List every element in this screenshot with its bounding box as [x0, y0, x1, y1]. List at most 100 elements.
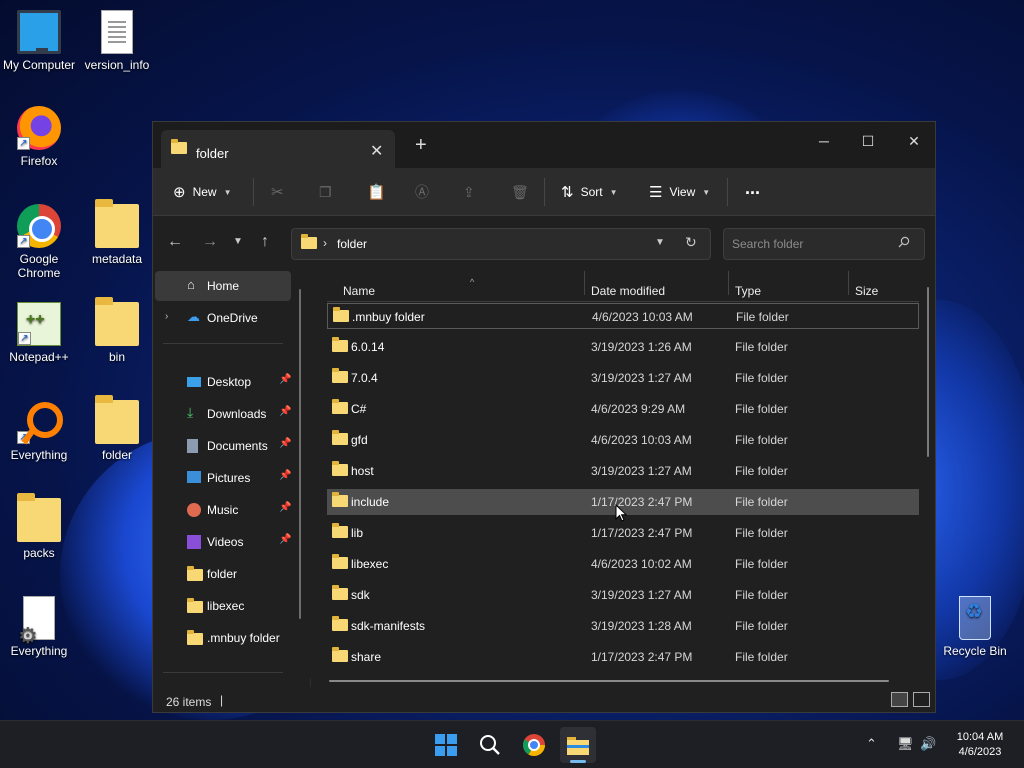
desktop-icon-version-info[interactable]: version_info: [78, 10, 156, 72]
sidebar-item-home[interactable]: ⌂ Home: [155, 271, 291, 301]
table-row[interactable]: 7.0.4 3/19/2023 1:27 AM File folder: [327, 365, 919, 391]
toolbar-divider: [253, 178, 254, 206]
network-icon[interactable]: 🖥: [897, 736, 914, 752]
paste-button[interactable]: 📋: [367, 180, 386, 204]
table-row[interactable]: sdk 3/19/2023 1:27 AM File folder: [327, 582, 919, 608]
table-row[interactable]: 6.0.14 3/19/2023 1:26 AM File folder: [327, 334, 919, 360]
desktop-icon-folder[interactable]: folder: [78, 395, 156, 462]
cut-button[interactable]: ✂: [271, 180, 284, 204]
breadcrumb-chevron-icon[interactable]: ›: [323, 236, 327, 250]
new-button[interactable]: ⊕ New ▼: [173, 180, 232, 204]
up-arrow-icon[interactable]: ↑: [261, 233, 269, 251]
recent-locations-chevron-icon[interactable]: ▼: [233, 236, 243, 247]
details-view-icon[interactable]: [891, 692, 908, 707]
taskbar-file-explorer-button[interactable]: [560, 727, 596, 763]
forward-arrow-icon[interactable]: →: [202, 233, 218, 251]
chrome-icon: [523, 734, 545, 756]
sort-button[interactable]: ⇅ Sort ▼: [561, 180, 618, 204]
file-type: File folder: [735, 464, 788, 478]
desktop-icon-firefox[interactable]: ↗ Firefox: [0, 106, 78, 168]
folder-icon: [95, 199, 139, 248]
file-type: File folder: [735, 557, 788, 571]
close-tab-icon[interactable]: ✕: [370, 141, 383, 161]
expand-chevron-icon[interactable]: ›: [165, 311, 168, 322]
desktop-icon-google-chrome[interactable]: ↗ Google Chrome: [0, 204, 78, 280]
navigation-pane: ⌂ Home › ☁ OneDrive Desktop 📌 ⤓ Download…: [153, 271, 313, 678]
file-list-horizontal-scrollbar[interactable]: [329, 680, 889, 682]
show-hidden-icons-chevron-icon[interactable]: ⌃: [866, 736, 877, 752]
taskbar-chrome-button[interactable]: [516, 727, 552, 763]
sidebar-item-music[interactable]: Music 📌: [155, 495, 291, 525]
maximize-button[interactable]: ☐: [845, 128, 891, 154]
desktop-icon-packs[interactable]: packs: [0, 493, 78, 560]
table-row[interactable]: libexec 4/6/2023 10:02 AM File folder: [327, 551, 919, 577]
view-button[interactable]: ☰ View ▼: [649, 180, 710, 204]
desktop-icon-my-computer[interactable]: My Computer: [0, 10, 78, 72]
refresh-icon[interactable]: ↻: [685, 234, 697, 251]
pin-icon[interactable]: 📌: [279, 406, 291, 417]
file-date: 3/19/2023 1:27 AM: [591, 464, 692, 478]
tab-folder[interactable]: folder ✕: [161, 130, 395, 168]
start-button[interactable]: [428, 727, 464, 763]
search-input[interactable]: [723, 228, 925, 260]
delete-button[interactable]: 🗑: [511, 180, 529, 204]
taskbar-search-button[interactable]: [472, 727, 508, 763]
pin-icon[interactable]: 📌: [279, 534, 291, 545]
volume-icon[interactable]: 🔊: [920, 736, 936, 752]
file-type: File folder: [735, 433, 788, 447]
sidebar-scrollbar[interactable]: [299, 289, 301, 619]
more-options-button[interactable]: ...: [745, 176, 760, 200]
sidebar-item-desktop[interactable]: Desktop 📌: [155, 367, 291, 397]
sidebar-item-downloads[interactable]: ⤓ Downloads 📌: [155, 399, 291, 429]
table-row[interactable]: C# 4/6/2023 9:29 AM File folder: [327, 396, 919, 422]
sidebar-item-onedrive[interactable]: › ☁ OneDrive: [155, 303, 291, 333]
table-row[interactable]: gfd 4/6/2023 10:03 AM File folder: [327, 427, 919, 453]
pin-icon[interactable]: 📌: [279, 470, 291, 481]
table-row[interactable]: sdk-manifests 3/19/2023 1:28 AM File fol…: [327, 613, 919, 639]
shortcut-arrow-icon: ↗: [17, 235, 30, 248]
copy-button[interactable]: ❐: [319, 180, 332, 204]
table-row[interactable]: lib 1/17/2023 2:47 PM File folder: [327, 520, 919, 546]
sidebar-item-pictures[interactable]: Pictures 📌: [155, 463, 291, 493]
sidebar-item-documents[interactable]: Documents 📌: [155, 431, 291, 461]
column-header-label: Name: [343, 284, 376, 298]
recycle-bin-icon: [959, 596, 991, 640]
column-header-label: Date modified: [591, 284, 666, 298]
desktop-icon-notepadpp[interactable]: ↗ Notepad++: [0, 302, 78, 364]
desktop-icon-label: version_info: [84, 58, 150, 72]
folder-icon: [187, 598, 203, 613]
address-dropdown-icon[interactable]: ▼: [655, 237, 665, 248]
table-row[interactable]: host 3/19/2023 1:27 AM File folder: [327, 458, 919, 484]
large-icons-view-icon[interactable]: [913, 692, 930, 707]
breadcrumb-folder[interactable]: folder: [337, 237, 367, 251]
desktop-icon-everything-settings[interactable]: Everything: [0, 596, 78, 658]
desktop-icon-everything[interactable]: ↗ Everything: [0, 400, 78, 462]
table-row[interactable]: share 1/17/2023 2:47 PM File folder: [327, 644, 919, 670]
back-arrow-icon[interactable]: ←: [167, 233, 183, 251]
folder-icon: [332, 523, 348, 538]
folder-icon: [332, 337, 348, 352]
file-name: host: [351, 464, 374, 478]
file-list-vertical-scrollbar[interactable]: [927, 287, 929, 457]
column-header-label: Size: [855, 284, 879, 298]
sidebar-item-mnbuy-folder[interactable]: .mnbuy folder: [155, 623, 291, 653]
close-window-button[interactable]: ✕: [891, 128, 937, 154]
table-row[interactable]: .mnbuy folder 4/6/2023 10:03 AM File fol…: [327, 303, 919, 329]
sidebar-item-folder[interactable]: folder: [155, 559, 291, 589]
rename-button[interactable]: Ⓐ: [415, 180, 429, 204]
minimize-button[interactable]: ─: [801, 128, 847, 154]
sidebar-item-libexec[interactable]: libexec: [155, 591, 291, 621]
desktop-icon-metadata[interactable]: metadata: [78, 199, 156, 266]
new-tab-icon[interactable]: +: [415, 134, 427, 157]
desktop-icon-bin[interactable]: bin: [78, 297, 156, 364]
desktop-icon-label: Firefox: [20, 154, 58, 168]
more-options-icon: ...: [745, 177, 761, 198]
pin-icon[interactable]: 📌: [279, 438, 291, 449]
sidebar-item-videos[interactable]: Videos 📌: [155, 527, 291, 557]
pin-icon[interactable]: 📌: [279, 502, 291, 513]
address-bar[interactable]: › folder ▼ ↻: [291, 228, 711, 260]
desktop-icon-recycle-bin[interactable]: Recycle Bin: [936, 596, 1014, 658]
pin-icon[interactable]: 📌: [279, 374, 291, 385]
share-button[interactable]: ⇪: [463, 180, 475, 204]
system-clock[interactable]: 10:04 AM 4/6/2023: [944, 730, 1016, 760]
